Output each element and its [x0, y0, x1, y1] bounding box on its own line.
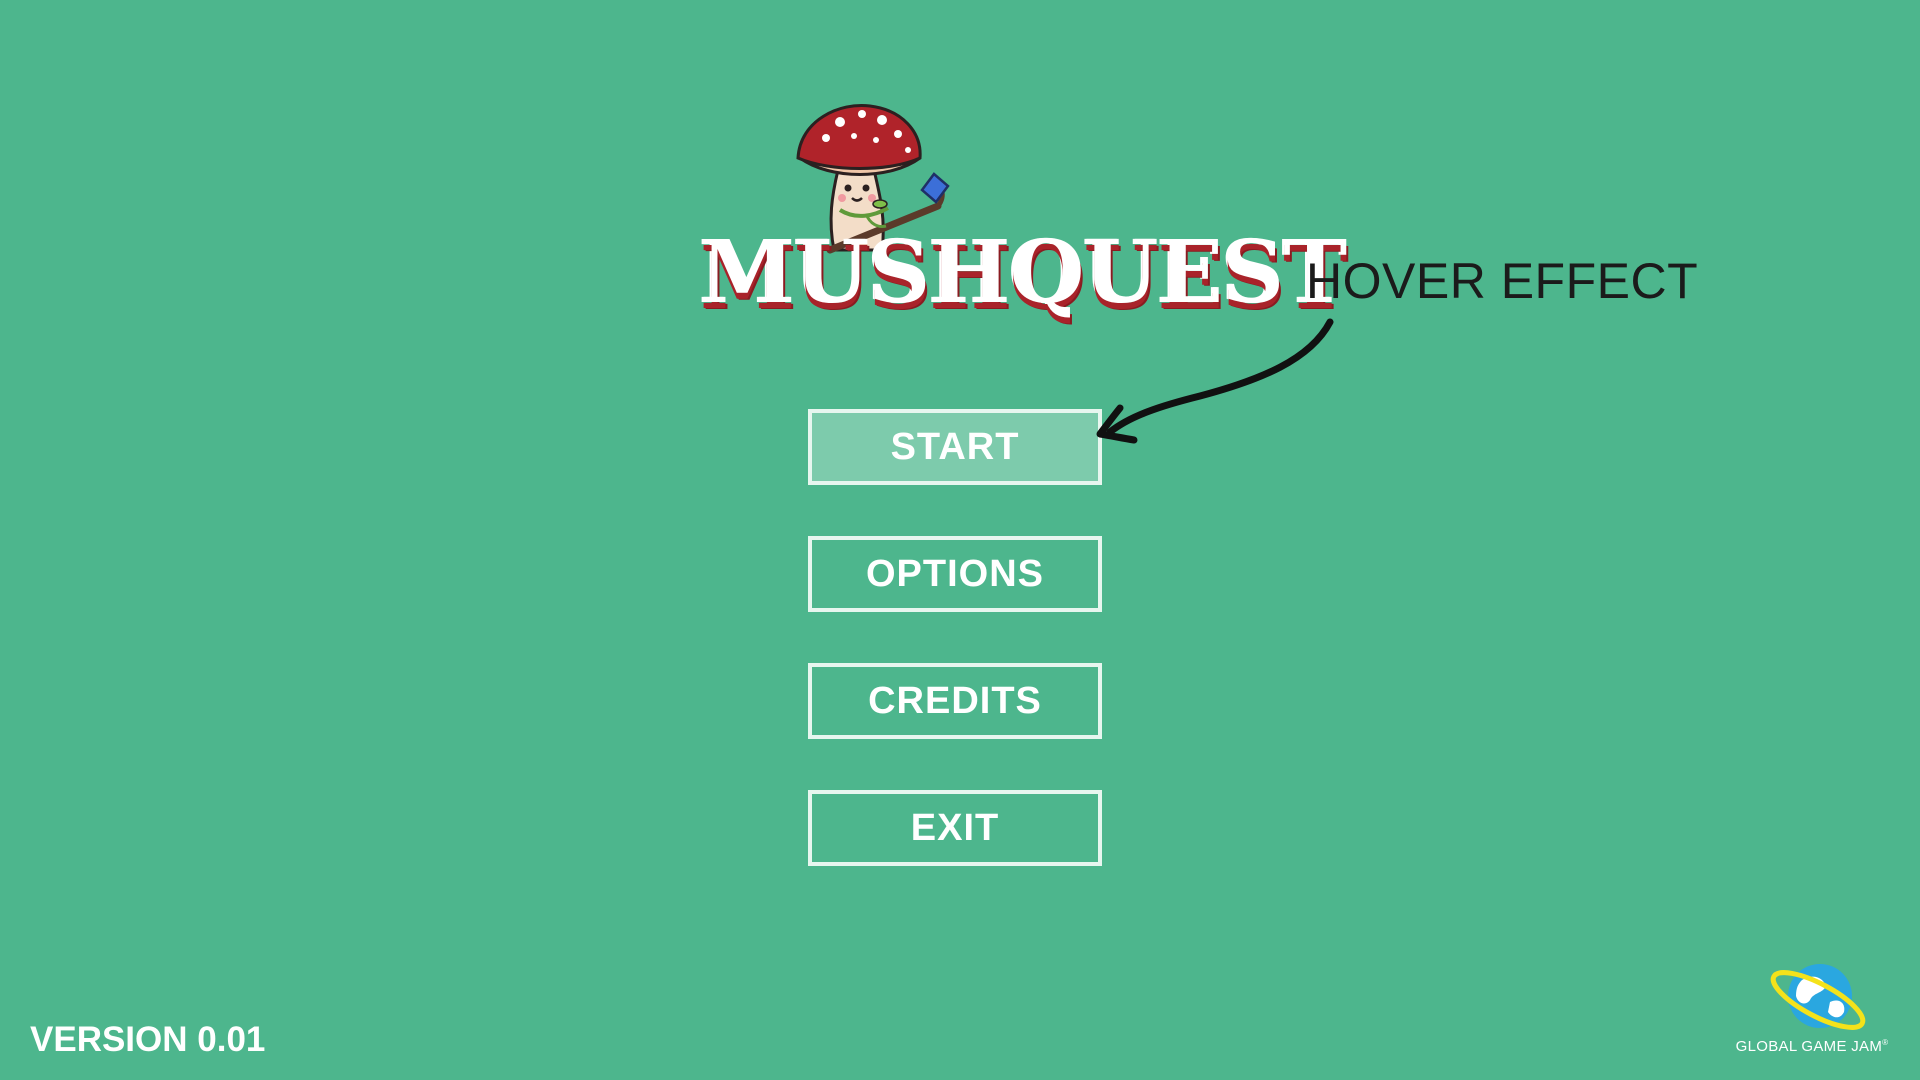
global-game-jam-globe-icon — [1770, 964, 1866, 1030]
version-label: VERSION 0.01 — [30, 1020, 266, 1059]
registered-mark: ® — [1882, 1038, 1889, 1047]
global-game-jam-text: GLOBAL GAME JAM — [1735, 1038, 1883, 1055]
exit-button[interactable]: EXIT — [808, 790, 1102, 866]
global-game-jam-logo: GLOBAL GAME JAM® — [1722, 960, 1902, 1060]
hover-effect-annotation: HOVER EFFECT — [1306, 253, 1699, 309]
hand-drawn-arrow-icon — [1096, 318, 1334, 444]
options-button[interactable]: OPTIONS — [808, 536, 1102, 612]
start-button[interactable]: START — [808, 409, 1102, 485]
main-menu: START OPTIONS CREDITS EXIT — [808, 409, 1102, 917]
game-logo: MUSHQUEST — [700, 100, 1347, 330]
credits-button[interactable]: CREDITS — [808, 663, 1102, 739]
global-game-jam-label: GLOBAL GAME JAM® — [1722, 1038, 1902, 1055]
